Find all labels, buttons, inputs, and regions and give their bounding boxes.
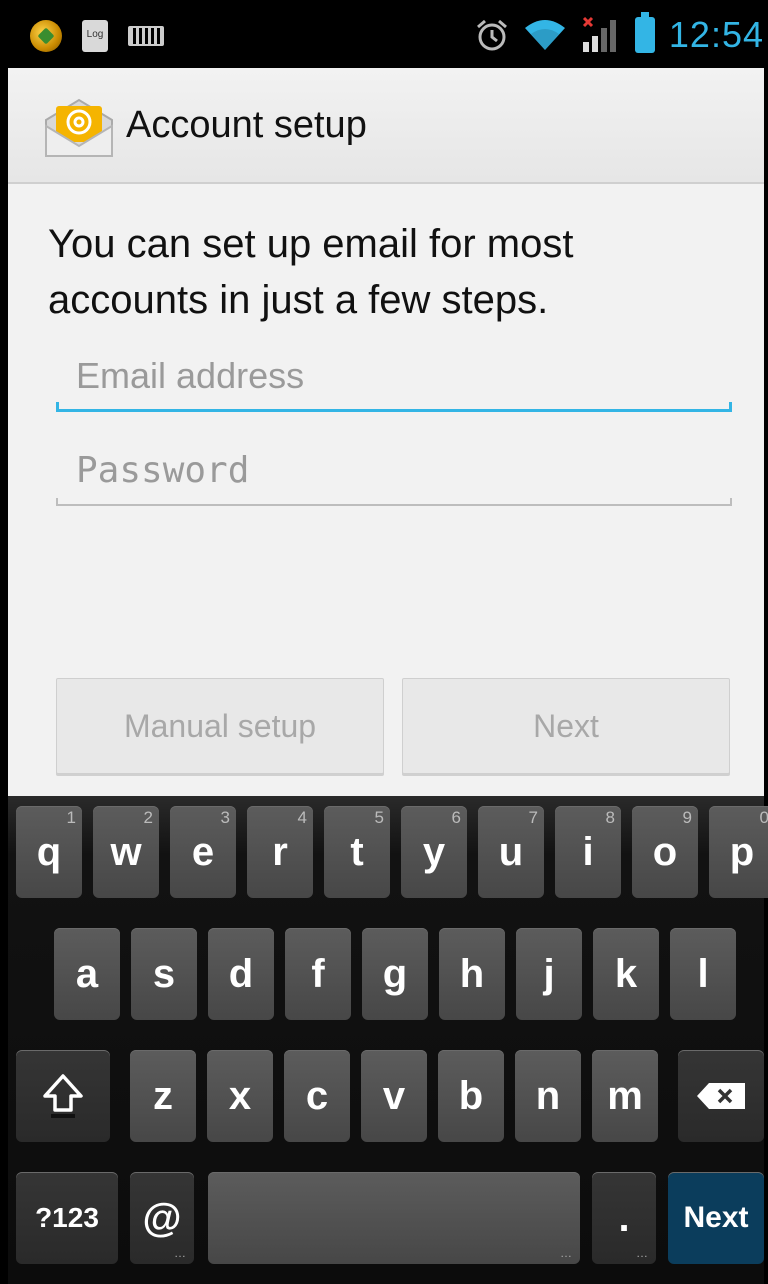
key-r[interactable]: r4 <box>247 806 313 898</box>
soft-keyboard: q1w2e3r4t5y6u7i8o9p0 asdfghjkl zxcvbnm ?… <box>8 796 768 1284</box>
space-key-more: … <box>560 1246 572 1260</box>
password-underline <box>56 498 732 506</box>
alarm-icon <box>476 19 507 51</box>
backspace-key[interactable] <box>678 1050 764 1142</box>
intro-text: You can set up email for most accounts i… <box>48 222 574 322</box>
key-m[interactable]: m <box>592 1050 658 1142</box>
shift-key[interactable] <box>16 1050 110 1142</box>
key-i[interactable]: i8 <box>555 806 621 898</box>
key-c[interactable]: c <box>284 1050 350 1142</box>
email-input[interactable] <box>56 346 732 406</box>
key-label: u <box>498 829 524 874</box>
key-s[interactable]: s <box>131 928 197 1020</box>
key-label: q <box>36 829 62 874</box>
key-g[interactable]: g <box>362 928 428 1020</box>
key-hint: 0 <box>759 808 768 827</box>
account-setup-form: You can set up email for most accounts i… <box>8 184 764 796</box>
key-hint: 8 <box>605 808 615 827</box>
email-icon <box>45 98 113 157</box>
key-y[interactable]: y6 <box>401 806 467 898</box>
key-hint: 5 <box>374 808 384 827</box>
key-k[interactable]: k <box>593 928 659 1020</box>
key-z[interactable]: z <box>130 1050 196 1142</box>
key-label: w <box>110 829 142 874</box>
key-e[interactable]: e3 <box>170 806 236 898</box>
log-icon: Log <box>82 20 108 52</box>
symbols-key[interactable]: ?123 <box>16 1172 118 1264</box>
period-key[interactable]: . … <box>592 1172 656 1264</box>
wifi-icon <box>524 20 565 50</box>
key-label: i <box>582 829 594 874</box>
space-key[interactable]: … <box>208 1172 580 1264</box>
key-h[interactable]: h <box>439 928 505 1020</box>
at-key-label: @ <box>142 1195 182 1240</box>
key-f[interactable]: f <box>285 928 351 1020</box>
clock: 12:54 <box>668 14 764 55</box>
signal-icon <box>582 16 616 52</box>
action-bar: Account setup <box>8 68 764 184</box>
key-n[interactable]: n <box>515 1050 581 1142</box>
key-label: e <box>191 829 215 874</box>
password-field-container <box>56 440 732 512</box>
key-p[interactable]: p0 <box>709 806 768 898</box>
key-o[interactable]: o9 <box>632 806 698 898</box>
key-hint: 4 <box>297 808 307 827</box>
notification-icons: Log <box>30 20 164 52</box>
manual-setup-button[interactable]: Manual setup <box>56 678 384 774</box>
period-key-more: … <box>636 1246 648 1260</box>
key-t[interactable]: t5 <box>324 806 390 898</box>
key-u[interactable]: u7 <box>478 806 544 898</box>
key-label: p <box>729 829 755 874</box>
page-title: Account setup <box>126 104 367 146</box>
key-a[interactable]: a <box>54 928 120 1020</box>
key-hint: 9 <box>682 808 692 827</box>
key-d[interactable]: d <box>208 928 274 1020</box>
key-hint: 7 <box>528 808 538 827</box>
key-label: y <box>422 829 446 874</box>
email-field-container <box>56 346 732 418</box>
next-button[interactable]: Next <box>402 678 730 774</box>
key-hint: 1 <box>66 808 76 827</box>
at-key-more: … <box>174 1246 186 1260</box>
gold-app-icon <box>30 20 62 52</box>
email-underline <box>56 402 732 412</box>
key-label: r <box>272 829 288 874</box>
at-key[interactable]: @ … <box>130 1172 194 1264</box>
key-label: t <box>350 829 364 874</box>
period-key-label: . <box>618 1195 630 1240</box>
key-hint: 2 <box>143 808 153 827</box>
system-icons: 12:54 <box>475 12 764 56</box>
key-x[interactable]: x <box>207 1050 273 1142</box>
key-label: o <box>652 829 678 874</box>
key-j[interactable]: j <box>516 928 582 1020</box>
key-q[interactable]: q1 <box>16 806 82 898</box>
backspace-icon <box>697 1083 745 1109</box>
key-w[interactable]: w2 <box>93 806 159 898</box>
key-hint: 3 <box>220 808 230 827</box>
shift-icon <box>43 1074 83 1118</box>
key-b[interactable]: b <box>438 1050 504 1142</box>
password-input[interactable] <box>56 440 732 500</box>
key-v[interactable]: v <box>361 1050 427 1142</box>
keyboard-icon <box>128 26 164 46</box>
status-bar: Log 12:54 <box>8 8 764 68</box>
keyboard-next-key[interactable]: Next <box>668 1172 764 1264</box>
battery-icon <box>634 12 655 53</box>
key-hint: 6 <box>451 808 461 827</box>
key-l[interactable]: l <box>670 928 736 1020</box>
